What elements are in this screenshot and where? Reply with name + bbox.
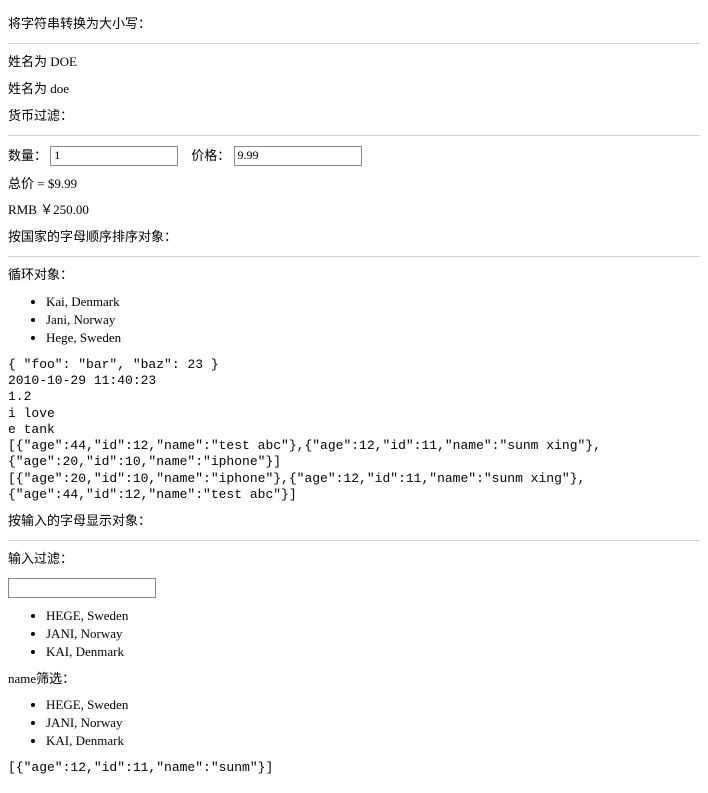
heading-name-filter: name筛选： bbox=[8, 671, 700, 688]
list-item: KAI, Denmark bbox=[46, 644, 700, 661]
price-label: 价格： bbox=[191, 148, 230, 163]
list-item: Kai, Denmark bbox=[46, 294, 700, 311]
code-line: 1.2 bbox=[8, 389, 700, 405]
qty-label: 数量： bbox=[8, 148, 47, 163]
list-item: HEGE, Sweden bbox=[46, 697, 700, 714]
list-item: Hege, Sweden bbox=[46, 330, 700, 347]
divider bbox=[8, 540, 700, 541]
list-item: HEGE, Sweden bbox=[46, 608, 700, 625]
bottom-json-line: [{"age":12,"id":11,"name":"sunm"}] bbox=[8, 760, 700, 777]
name-lower-line: 姓名为 doe bbox=[8, 81, 700, 98]
code-line: [{"age":44,"id":12,"name":"test abc"},{"… bbox=[8, 438, 700, 471]
code-line: i love bbox=[8, 406, 700, 422]
qty-price-row: 数量： 价格： bbox=[8, 146, 700, 166]
filter-input[interactable] bbox=[8, 578, 156, 598]
country-list-3: HEGE, Sweden JANI, Norway KAI, Denmark bbox=[8, 697, 700, 750]
heading-input-filter: 输入过滤： bbox=[8, 551, 700, 568]
code-line: 2010-10-29 11:40:23 bbox=[8, 373, 700, 389]
qty-input[interactable] bbox=[50, 146, 178, 166]
list-item: KAI, Denmark bbox=[46, 733, 700, 750]
heading-currency-filter: 货币过滤： bbox=[8, 108, 700, 125]
divider bbox=[8, 43, 700, 44]
code-line: [{"age":20,"id":10,"name":"iphone"},{"ag… bbox=[8, 471, 700, 504]
country-list-2: HEGE, Sweden JANI, Norway KAI, Denmark bbox=[8, 608, 700, 661]
divider bbox=[8, 256, 700, 257]
divider bbox=[8, 135, 700, 136]
heading-filter-by-input: 按输入的字母显示对象： bbox=[8, 513, 700, 530]
total-line: 总价 = $9.99 bbox=[8, 176, 700, 193]
heading-sort-by-country: 按国家的字母顺序排序对象： bbox=[8, 229, 700, 246]
filter-input-row bbox=[8, 578, 700, 598]
price-input[interactable] bbox=[234, 146, 362, 166]
list-item: JANI, Norway bbox=[46, 626, 700, 643]
rmb-line: RMB ￥250.00 bbox=[8, 202, 700, 219]
code-output-block: { "foo": "bar", "baz": 23 } 2010-10-29 1… bbox=[8, 357, 700, 503]
name-upper-line: 姓名为 DOE bbox=[8, 54, 700, 71]
code-line: e tank bbox=[8, 422, 700, 438]
country-list-1: Kai, Denmark Jani, Norway Hege, Sweden bbox=[8, 294, 700, 347]
list-item: JANI, Norway bbox=[46, 715, 700, 732]
heading-loop-objects: 循环对象： bbox=[8, 267, 700, 284]
list-item: Jani, Norway bbox=[46, 312, 700, 329]
code-line: { "foo": "bar", "baz": 23 } bbox=[8, 357, 700, 373]
heading-case-convert: 将字符串转换为大小写： bbox=[8, 16, 700, 33]
